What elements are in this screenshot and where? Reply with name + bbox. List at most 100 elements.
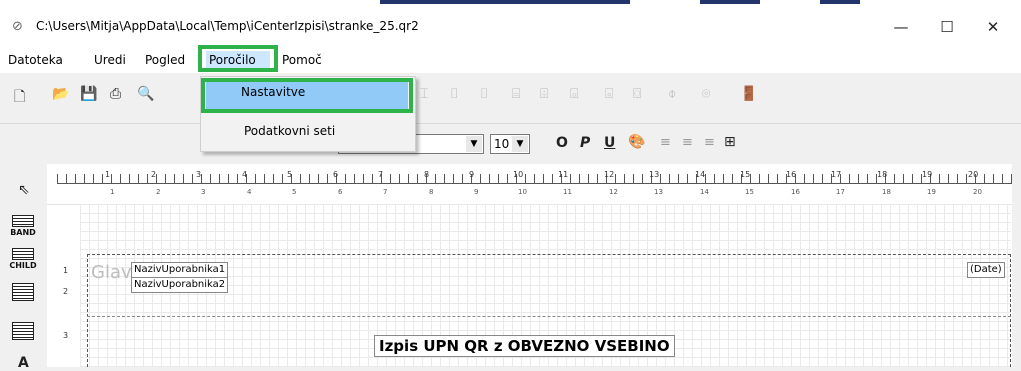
band-separator (87, 316, 1011, 317)
minimize-button[interactable]: — (878, 12, 924, 42)
align-icon-7[interactable]: ⌻ (605, 86, 613, 102)
menu-item-nastavitve-highlight (201, 78, 413, 113)
ruler-sub-number: 10 (518, 188, 527, 196)
ruler-sub-number: 12 (609, 188, 618, 196)
band-number: 2 (63, 287, 69, 296)
menu-datoteka[interactable]: Datoteka (8, 53, 63, 67)
align-center-icon[interactable]: ≡ (682, 135, 693, 150)
ruler-sub-number: 19 (927, 188, 936, 196)
align-icon-1[interactable]: ⌶ (420, 86, 428, 102)
field-date[interactable]: (Date) (967, 262, 1005, 278)
ruler-sub-number: 11 (563, 188, 572, 196)
italic-button[interactable]: P (580, 135, 590, 151)
band-number: 1 (63, 266, 69, 275)
close-button[interactable]: ✕ (970, 12, 1016, 42)
ruler-number: 17 (831, 170, 842, 179)
print-icon[interactable]: ⎙ (110, 86, 121, 102)
exit-icon[interactable]: 🚪 (740, 86, 757, 102)
ruler-sub-number: 4 (247, 188, 252, 196)
ruler-sub-number: 9 (474, 188, 479, 196)
band-title-label: Glav (91, 262, 132, 283)
ruler-number: 14 (695, 170, 706, 179)
ruler-number: 12 (604, 170, 615, 179)
font-combo-arrow-icon[interactable]: ▼ (466, 136, 482, 152)
app-icon: ⊘ (12, 19, 23, 34)
menu-pogled[interactable]: Pogled (145, 53, 185, 67)
ruler-sub-number: 16 (791, 188, 800, 196)
ruler-number: 6 (333, 170, 339, 179)
align-icon-5[interactable]: ⌹ (540, 86, 548, 102)
save-icon[interactable]: 💾 (80, 86, 97, 102)
band-tool[interactable]: BAND (8, 215, 38, 237)
field-naziv-uporabnika-1[interactable]: NazivUporabnika1 (131, 262, 229, 278)
new-file-icon[interactable]: 🗋 (14, 86, 25, 110)
ruler-sub-number: 8 (429, 188, 434, 196)
ruler-number: 7 (378, 170, 384, 179)
open-folder-icon[interactable]: 📂 (52, 86, 69, 102)
print-preview-icon[interactable]: 🔍 (137, 86, 154, 102)
ruler-number: 13 (649, 170, 660, 179)
field-naziv-uporabnika-2[interactable]: NazivUporabnika2 (131, 277, 229, 293)
ruler-sub-number: 3 (201, 188, 206, 196)
ruler (47, 164, 1021, 205)
align-icon-4[interactable]: ⌸ (512, 86, 520, 102)
group-tool[interactable] (8, 322, 38, 341)
subreport-tool-icon (12, 283, 34, 301)
label-tool-icon[interactable]: A (18, 355, 29, 371)
font-size-value: 10 (494, 137, 510, 151)
ruler-sub-number: 14 (700, 188, 709, 196)
ruler-number: 4 (242, 170, 248, 179)
font-size-combo[interactable]: 10 ▼ (490, 134, 530, 154)
band-tool-label: BAND (10, 228, 36, 237)
child-tool[interactable]: CHILD (8, 248, 38, 270)
bold-button[interactable]: O (556, 135, 568, 151)
ruler-number: 19 (922, 170, 933, 179)
ruler-number: 15 (740, 170, 751, 179)
ruler-ticks (57, 174, 1019, 184)
ruler-number: 11 (558, 170, 569, 179)
ruler-number: 10 (513, 170, 524, 179)
align-icon-3[interactable]: ⌷ (480, 86, 488, 102)
ruler-sub-number: 2 (156, 188, 161, 196)
vertical-scrollbar[interactable] (1012, 164, 1021, 367)
ruler-number: 5 (287, 170, 293, 179)
ruler-sub-number: 6 (338, 188, 343, 196)
align-icon-2[interactable]: ⌷ (450, 86, 458, 102)
color-palette-icon[interactable]: 🎨 (628, 134, 645, 150)
maximize-button[interactable]: ☐ (924, 12, 970, 42)
menu-item-podatkovni-seti[interactable]: Podatkovni seti (244, 124, 335, 138)
child-tool-label: CHILD (9, 261, 37, 270)
report-title-label[interactable]: Izpis UPN QR z OBVEZNO VSEBINO (374, 335, 675, 357)
ruler-number: 1 (105, 170, 111, 179)
band-tool-icon (12, 215, 34, 227)
align-icon-10[interactable]: ⌾ (702, 86, 710, 102)
align-icon-8[interactable]: ⌼ (633, 86, 641, 102)
align-icon-6[interactable]: ⌺ (570, 86, 578, 102)
menu-pomoc[interactable]: Pomoč (282, 53, 322, 67)
ruler-number: 2 (151, 170, 157, 179)
pointer-icon[interactable]: ⇖ (18, 182, 30, 198)
ruler-number: 18 (877, 170, 888, 179)
child-tool-icon (12, 248, 34, 260)
ruler-sub-number: 17 (836, 188, 845, 196)
align-icon-9[interactable]: ⌽ (668, 86, 676, 102)
size-combo-arrow-icon[interactable]: ▼ (512, 136, 528, 152)
ruler-sub-number: 15 (745, 188, 754, 196)
ruler-sub-number: 20 (973, 188, 982, 196)
menu-uredi[interactable]: Uredi (94, 53, 126, 67)
align-right-icon[interactable]: ≡ (704, 135, 715, 150)
ruler-sub-number: 13 (654, 188, 663, 196)
ruler-sub-number: 1 (110, 188, 115, 196)
ruler-sub-number: 5 (292, 188, 297, 196)
band-number: 3 (63, 331, 69, 340)
underline-button[interactable]: U (604, 135, 615, 151)
subreport-tool[interactable] (8, 283, 38, 302)
ruler-number: 8 (424, 170, 430, 179)
menu-porocilo-highlight (198, 45, 278, 72)
align-left-icon[interactable]: ≡ (660, 135, 671, 150)
ruler-sub-number: 7 (383, 188, 388, 196)
ruler-sub-number: 18 (882, 188, 891, 196)
window-title: C:\Users\Mitja\AppData\Local\Temp\iCente… (36, 19, 419, 33)
group-tool-icon (12, 322, 34, 340)
frame-icon[interactable]: ⊞ (724, 134, 736, 150)
